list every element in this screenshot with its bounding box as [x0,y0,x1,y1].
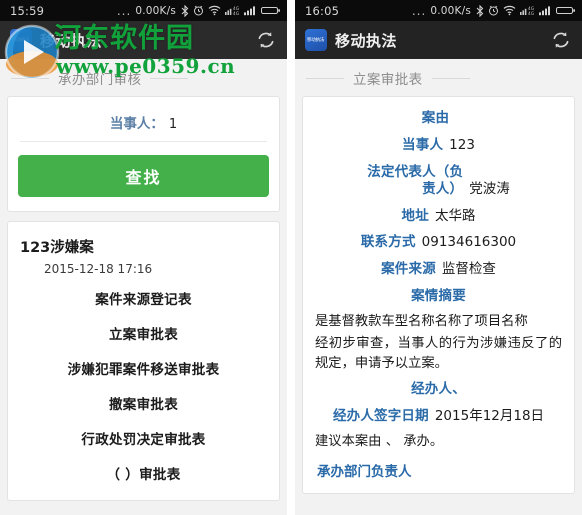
summary-line-2: 经初步审查，当事人的行为涉嫌违反了的规定，申请予以立案。 [315,335,562,371]
detail-row-contact[interactable]: 联系方式 09134616300 [315,229,562,256]
battery-icon [556,5,576,16]
detail-row-summary-label: 案情摘要 [315,283,562,310]
dual-sim-4g-icon: 4G 4G [225,5,240,16]
list-item[interactable]: 行政处罚决定审批表 [18,420,269,455]
detail-label: 案由 [421,110,450,126]
dept-head-label[interactable]: 承办部门负责人 [315,454,562,483]
detail-row-party[interactable]: 当事人 123 [315,132,562,159]
detail-value: 监督检查 [441,261,496,278]
list-item[interactable]: 案件来源登记表 [18,280,269,315]
app-logo-label: 移动执法 [307,36,325,43]
section-rule-right [150,77,189,79]
section-header-label: 立案审批表 [353,72,423,88]
detail-value: 09134616300 [421,234,517,251]
party-field-row[interactable]: 当事人： 1 [20,105,267,142]
party-field-value[interactable]: 1 [169,117,177,132]
right-status-bar: 16:05 ... 0.00K/s 4G 4G [295,0,582,21]
section-rule-right [431,77,470,79]
dual-sim-4g-icon: 4G 4G [520,5,535,16]
right-phone-panel: 16:05 ... 0.00K/s 4G 4G 移动执法 移动执法 立案审批表 … [295,0,582,515]
right-content-scroll[interactable]: 立案审批表 案由 当事人 123 法定代表人（负 责人） 党波涛 地址 太华路 … [295,59,582,515]
right-section-header: 立案审批表 [302,59,575,96]
detail-value: 太华路 [434,207,476,224]
section-header-label: 承办部门审核 [58,72,142,88]
svg-text:4G: 4G [233,11,239,16]
app-title: 移动执法 [40,31,103,50]
case-form-list: 案件来源登记表 立案审批表 涉嫌犯罪案件移送审批表 撤案审批表 行政处罚决定审批… [18,280,269,490]
detail-value: 党波涛 [469,180,510,197]
refresh-icon[interactable] [548,27,574,53]
list-item[interactable]: 立案审批表 [18,315,269,350]
app-logo-icon: 移动执法 [305,29,327,51]
battery-icon [261,5,281,16]
status-overflow-dots: ... [116,3,132,18]
sign-date-value: 2015年12月18日 [434,407,545,424]
wifi-icon [208,5,221,16]
signal-icon [539,5,552,16]
party-field-label: 当事人： [109,116,164,132]
status-net-speed: 0.00K/s [135,4,176,17]
left-app-title-bar: 移动执法 移动执法 [0,21,287,59]
detail-label: 当事人 [402,136,444,153]
status-icon-group: 4G 4G [476,4,576,17]
screenshot-root: 15:59 ... 0.00K/s 4G 4G 移动执法 移动执法 承办部门审核… [0,0,582,515]
section-rule-left [306,77,344,79]
summary-label: 案情摘要 [411,288,466,305]
detail-label: 案件来源 [381,261,436,278]
detail-value: 123 [449,136,475,153]
status-overflow-dots: ... [411,3,427,18]
left-content-scroll[interactable]: 承办部门审核 当事人： 1 查找 123涉嫌案 2015-12-18 17:16… [0,59,287,515]
list-item[interactable]: （ ）审批表 [18,455,269,490]
app-logo-label: 移动执法 [12,36,30,43]
handler-label: 经办人、 [411,380,466,397]
app-logo-icon: 移动执法 [10,29,32,51]
detail-row-sign-date[interactable]: 经办人签字日期 2015年12月18日 [315,403,562,430]
app-title: 移动执法 [335,31,398,50]
bluetooth-icon [476,4,484,17]
status-net-speed: 0.00K/s [430,4,471,17]
suggestion-text: 建议本案由 、 承办。 [315,433,444,449]
svg-text:4G: 4G [528,11,534,16]
detail-row-legal-rep[interactable]: 法定代表人（负 责人） 党波涛 [315,159,562,203]
sign-date-label: 经办人签字日期 [332,407,429,424]
bluetooth-icon [181,4,189,17]
detail-label: 地址 [401,207,429,224]
find-button[interactable]: 查找 [18,155,269,197]
case-title: 123涉嫌案 [20,240,94,256]
left-status-bar: 15:59 ... 0.00K/s 4G 4G [0,0,287,21]
section-rule-left [11,77,49,79]
wifi-icon [503,5,516,16]
signal-icon [244,5,257,16]
list-item[interactable]: 撤案审批表 [18,385,269,420]
status-icon-group: 4G 4G [181,4,281,17]
case-date: 2015-12-18 17:16 [44,262,153,276]
summary-line-1: 是基督教款车型名称名称了项目名称 [315,314,528,329]
list-item[interactable]: 涉嫌犯罪案件移送审批表 [18,350,269,385]
detail-label: 法定代表人（负 责人） [367,163,464,197]
approval-form-card: 案由 当事人 123 法定代表人（负 责人） 党波涛 地址 太华路 联系方式 0… [302,96,575,494]
status-clock: 16:05 [305,3,340,18]
detail-row-handler[interactable]: 经办人、 [315,376,562,403]
alarm-icon [193,5,204,16]
left-phone-panel: 15:59 ... 0.00K/s 4G 4G 移动执法 移动执法 承办部门审核… [0,0,287,515]
alarm-icon [488,5,499,16]
detail-label: 联系方式 [360,234,416,251]
refresh-icon[interactable] [253,27,279,53]
status-clock: 15:59 [10,3,45,18]
right-app-title-bar: 移动执法 移动执法 [295,21,582,59]
search-card: 当事人： 1 查找 [7,96,280,212]
detail-row-address[interactable]: 地址 太华路 [315,203,562,230]
left-section-header: 承办部门审核 [7,59,280,96]
detail-row-case-reason[interactable]: 案由 [315,105,562,132]
detail-row-case-source[interactable]: 案件来源 监督检查 [315,256,562,283]
case-card: 123涉嫌案 2015-12-18 17:16 案件来源登记表 立案审批表 涉嫌… [7,221,280,501]
